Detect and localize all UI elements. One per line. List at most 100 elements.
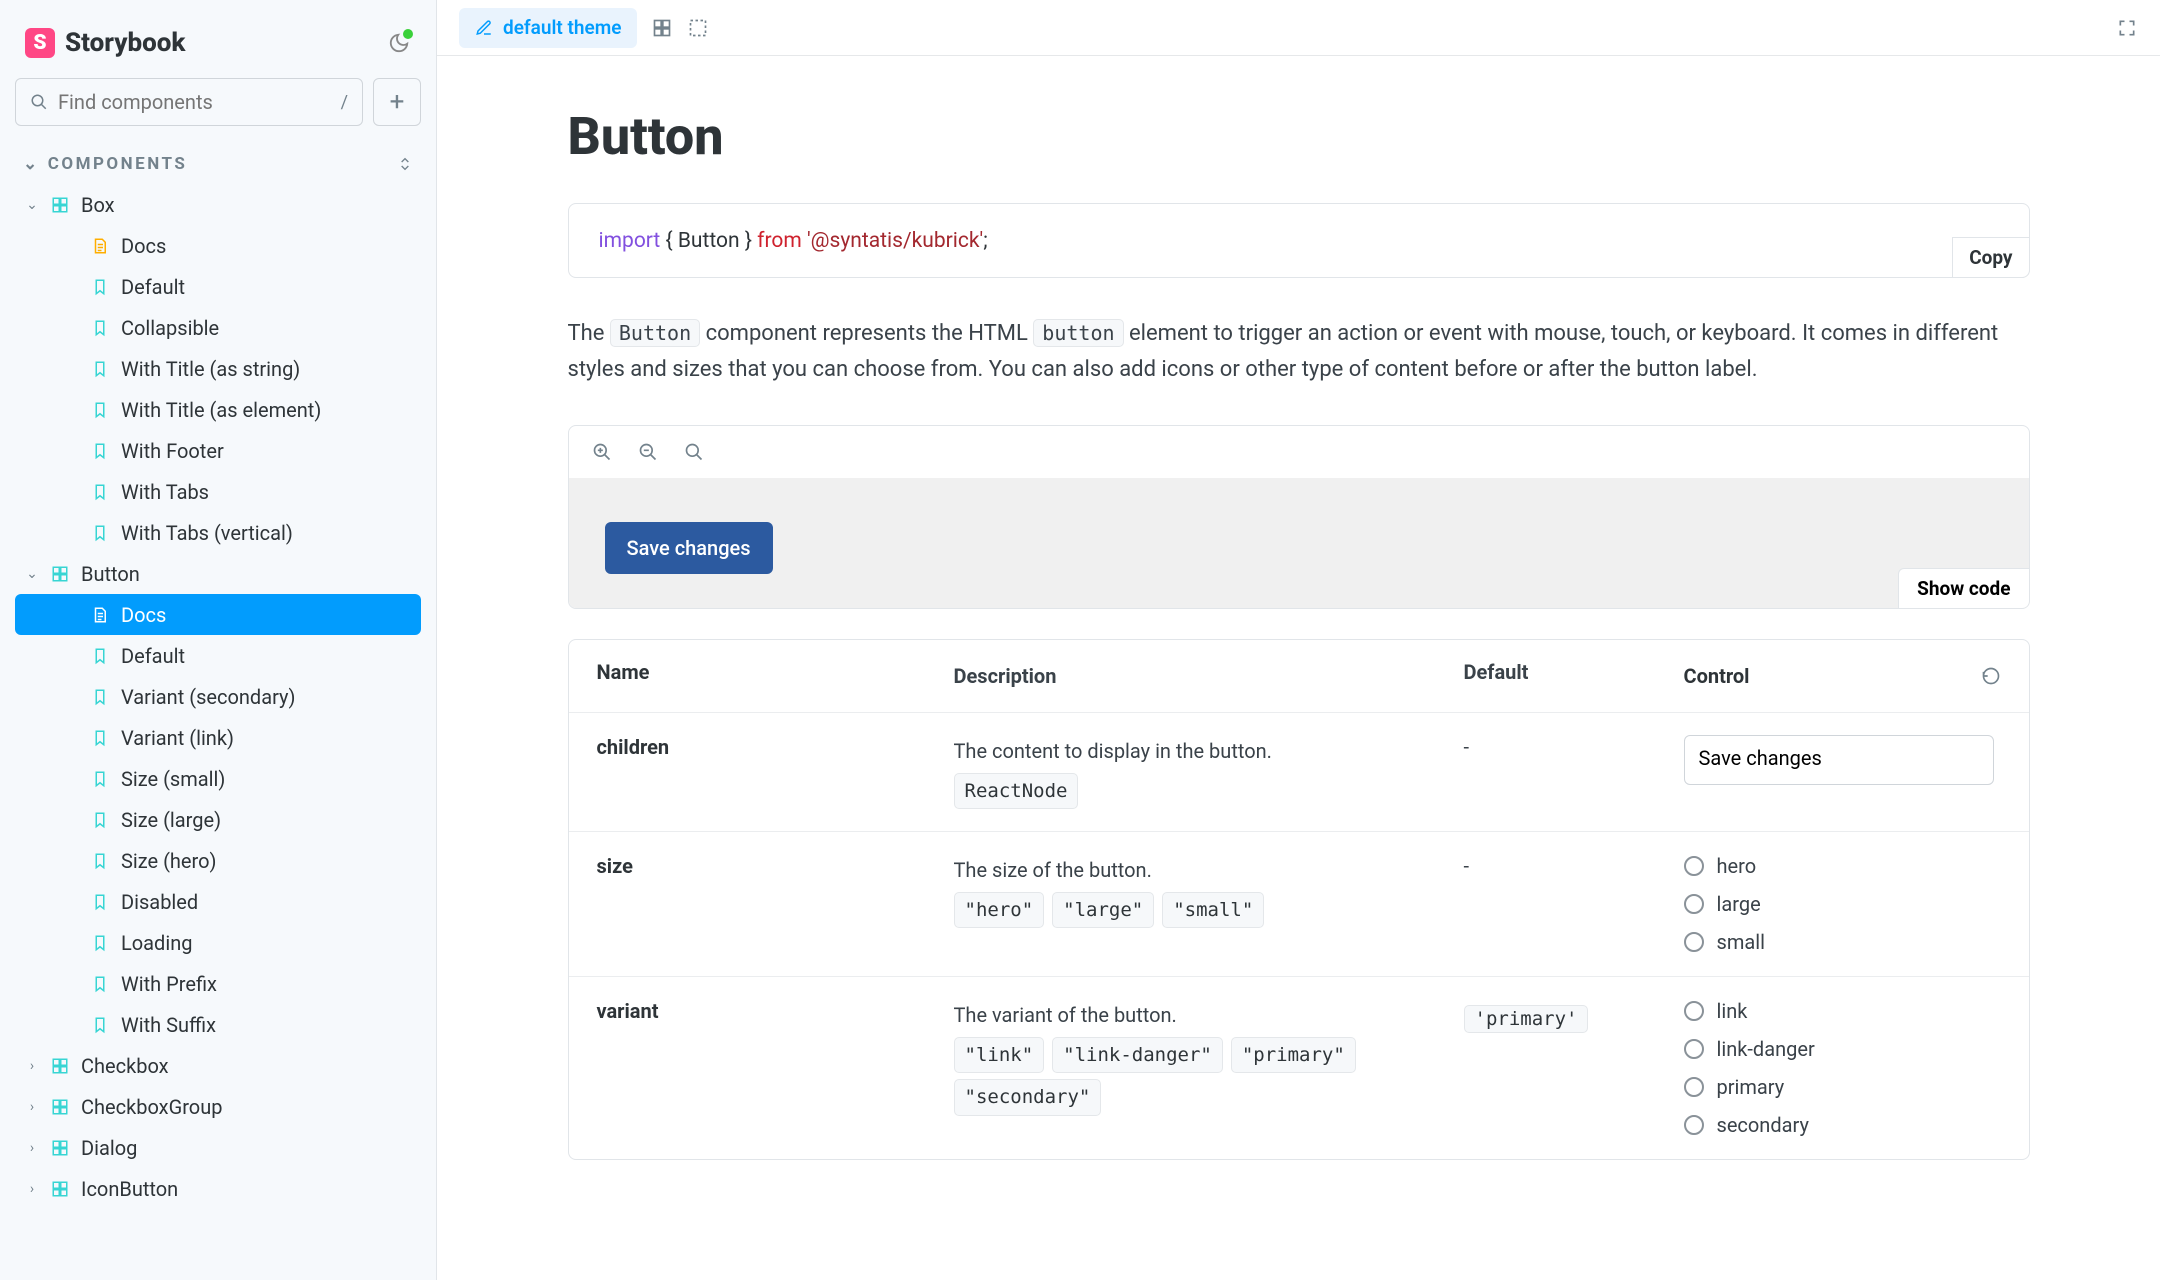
arg-name: variant [597,999,954,1137]
inline-code: Button [610,319,700,347]
grid-toggle-button[interactable] [651,17,673,39]
component-icon [49,563,71,585]
tree-label: With Title (as string) [121,357,300,381]
tree-label: With Title (as element) [121,398,321,422]
tree-story-item[interactable]: Size (hero) [15,840,421,881]
theme-switcher[interactable]: default theme [459,8,637,48]
tree-story-item[interactable]: Default [15,635,421,676]
tree-story-item[interactable]: Variant (secondary) [15,676,421,717]
bookmark-icon [89,973,111,995]
tree-story-item[interactable]: Size (small) [15,758,421,799]
tree-label: Default [121,275,185,299]
radio-option[interactable]: small [1684,930,2001,954]
tree-component-item[interactable]: ›IconButton [15,1168,421,1209]
bookmark-icon [89,440,111,462]
radio-icon [1684,856,1704,876]
type-tag: "secondary" [954,1079,1102,1115]
radio-option[interactable]: link [1684,999,2001,1023]
preview-canvas: Save changes Show code [569,478,2029,608]
tree-component-item[interactable]: ›CheckboxGroup [15,1086,421,1127]
notifications-button[interactable] [387,31,411,55]
arg-description: The content to display in the button.Rea… [954,735,1464,809]
sidebar-header: S Storybook [15,20,421,78]
expand-collapse-icon[interactable] [397,156,413,172]
type-tag: "large" [1052,892,1154,928]
tree-label: With Tabs [121,480,209,504]
description-paragraph: The Button component represents the HTML… [568,316,2030,389]
brand[interactable]: S Storybook [25,28,186,58]
tree-story-item[interactable]: Default [15,266,421,307]
tree-component-button[interactable]: ⌄ Button [15,553,421,594]
add-button[interactable]: + [373,78,421,126]
tree-story-item[interactable]: Docs [15,594,421,635]
args-table-header: Name Description Default Control [569,640,2029,712]
type-tag: "link" [954,1037,1045,1073]
section-label: COMPONENTS [48,154,188,174]
tree-label: Loading [121,931,192,955]
preview-toolbar [569,426,2029,478]
tree-story-item[interactable]: With Suffix [15,1004,421,1045]
radio-option[interactable]: large [1684,892,2001,916]
args-table: Name Description Default Control childre… [568,639,2030,1160]
tree-story-item[interactable]: Collapsible [15,307,421,348]
bookmark-icon [89,809,111,831]
notification-dot-icon [403,29,413,39]
arg-description: The variant of the button."link""link-da… [954,999,1464,1137]
tree-label: IconButton [81,1177,178,1201]
tree-label: Disabled [121,890,198,914]
component-icon [49,1137,71,1159]
tree-story-item[interactable]: With Footer [15,430,421,471]
tree-label: Default [121,644,185,668]
tree-story-item[interactable]: With Tabs [15,471,421,512]
control-textarea[interactable]: Save changes [1684,735,1994,785]
radio-option[interactable]: hero [1684,854,2001,878]
tree-label: Checkbox [81,1054,169,1078]
zoom-out-button[interactable] [637,441,659,463]
tree-story-item[interactable]: Disabled [15,881,421,922]
tree-label: Size (hero) [121,849,217,873]
radio-option[interactable]: primary [1684,1075,2001,1099]
component-icon [49,1178,71,1200]
tree-component-box[interactable]: ⌄ Box [15,184,421,225]
copy-button[interactable]: Copy [1952,237,2029,278]
search-icon [30,93,48,111]
example-button[interactable]: Save changes [605,522,773,574]
tree-label: Button [81,562,140,586]
bookmark-icon [89,522,111,544]
storybook-logo-icon: S [25,28,55,58]
arg-description: The size of the button."hero""large""sma… [954,854,1464,954]
search-shortcut: / [341,92,348,113]
bookmark-icon [89,727,111,749]
type-tag: "hero" [954,892,1045,928]
radio-option[interactable]: link-danger [1684,1037,2001,1061]
outline-toggle-button[interactable] [687,17,709,39]
tree-story-item[interactable]: Variant (link) [15,717,421,758]
tree-story-item[interactable]: With Prefix [15,963,421,1004]
zoom-reset-button[interactable] [683,441,705,463]
bookmark-icon [89,1014,111,1036]
tree-story-item[interactable]: With Title (as string) [15,348,421,389]
bookmark-icon [89,317,111,339]
zoom-in-button[interactable] [591,441,613,463]
chevron-right-icon: › [25,1140,39,1156]
tree-component-item[interactable]: ›Checkbox [15,1045,421,1086]
tree-component-item[interactable]: ›Dialog [15,1127,421,1168]
tree-label: Docs [121,603,166,627]
reset-controls-button[interactable] [1981,666,2001,686]
fullscreen-button[interactable] [2116,17,2138,39]
arg-control: hero large small [1684,854,2001,954]
tree-story-item[interactable]: Size (large) [15,799,421,840]
radio-option[interactable]: secondary [1684,1113,2001,1137]
tree-story-item[interactable]: With Tabs (vertical) [15,512,421,553]
default-tag: 'primary' [1464,1005,1589,1033]
tree-story-item[interactable]: Docs [15,225,421,266]
search-box[interactable]: / [15,78,363,126]
section-header-components[interactable]: ⌄ COMPONENTS [15,140,421,184]
tree-story-item[interactable]: With Title (as element) [15,389,421,430]
search-input[interactable] [58,90,331,114]
tree-story-item[interactable]: Loading [15,922,421,963]
show-code-button[interactable]: Show code [1898,568,2029,609]
pencil-icon [475,19,493,37]
type-tag: "primary" [1231,1037,1356,1073]
chevron-down-icon: ⌄ [25,566,39,582]
